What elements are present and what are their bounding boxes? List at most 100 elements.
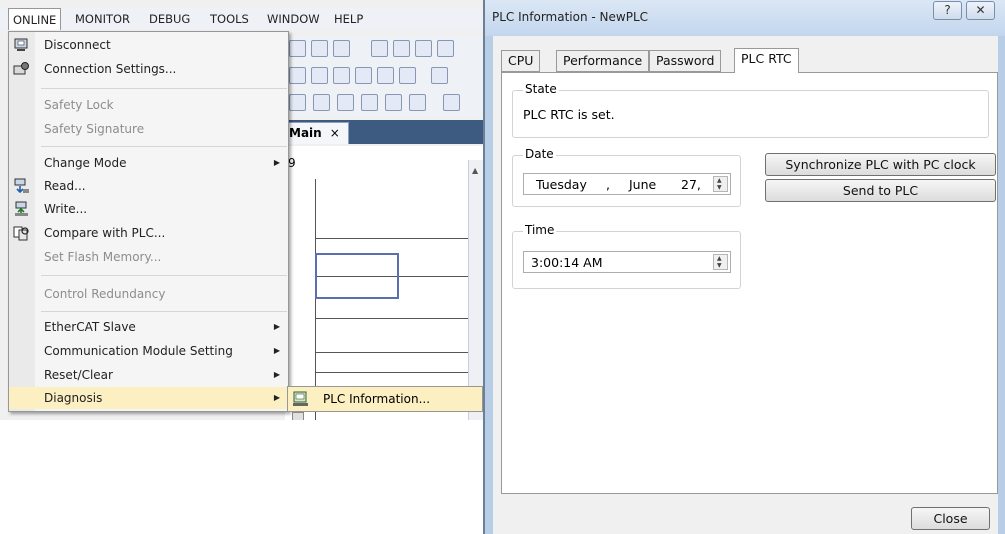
toolbar-function-icon[interactable]: [409, 94, 426, 111]
menu-item-disconnect[interactable]: Disconnect: [9, 34, 288, 56]
menu-monitor[interactable]: MONITOR: [71, 8, 134, 30]
toolbar-block-icon[interactable]: [355, 67, 372, 84]
menu-item-label: Read...: [44, 179, 86, 193]
toolbar-table-icon[interactable]: [313, 94, 330, 111]
menu-item-label: Set Flash Memory...: [44, 250, 162, 264]
menu-help[interactable]: HELP: [330, 8, 367, 30]
toolbar-link-icon[interactable]: [385, 94, 402, 111]
menu-item-label: Safety Signature: [44, 122, 145, 136]
online-menu-dropdown: Disconnect Connection Settings... Safety…: [8, 31, 289, 412]
toolbar-network-icon[interactable]: [311, 40, 328, 57]
toolbar-doc-icon[interactable]: [289, 94, 306, 111]
toolbar-monitor-icon[interactable]: [289, 67, 306, 84]
menu-item-diagnosis[interactable]: Diagnosis ▶: [9, 387, 288, 409]
tab-plc-rtc[interactable]: PLC RTC: [734, 48, 799, 73]
menu-item-change-mode[interactable]: Change Mode ▶: [9, 152, 288, 174]
toolbar-row-2: [285, 63, 492, 89]
time-picker[interactable]: 3:00:14 AM ▲ ▼: [523, 251, 731, 273]
tab-performance[interactable]: Performance: [556, 50, 650, 72]
date-month: June: [629, 177, 657, 192]
ladder-rung-line: [315, 372, 475, 373]
toolbar-open-icon[interactable]: [337, 94, 354, 111]
close-button[interactable]: Close: [911, 507, 990, 530]
tab-password[interactable]: Password: [649, 50, 722, 72]
dialog-client-area: CPU Performance Password PLC RTC State P…: [493, 36, 998, 534]
plc-rtc-panel: State PLC RTC is set. Date Tuesday , Jun…: [501, 72, 998, 494]
time-value: 3:00:14 AM: [531, 255, 603, 270]
dialog-border: [483, 0, 485, 534]
plc-information-dialog: PLC Information - NewPLC ? ✕ CPU Perform…: [483, 0, 1005, 534]
menu-separator: [41, 146, 287, 147]
toolbar-trend-icon[interactable]: [399, 67, 416, 84]
menu-item-read[interactable]: Read...: [9, 175, 288, 197]
help-button[interactable]: ?: [933, 1, 962, 20]
tab-cpu[interactable]: CPU: [501, 50, 541, 72]
menu-item-compare[interactable]: Compare with PLC...: [9, 222, 288, 244]
ladder-rung-line: [315, 318, 475, 319]
menu-item-safety-signature: Safety Signature: [9, 118, 288, 140]
dialog-title: PLC Information - NewPLC: [492, 10, 649, 24]
toolbar-row-1: [285, 36, 492, 62]
menu-item-label: EtherCAT Slave: [44, 320, 136, 334]
toolbar-chart-icon[interactable]: [311, 67, 328, 84]
tab-main[interactable]: Main ×: [285, 122, 349, 144]
write-icon: [15, 201, 28, 216]
toolbar-keyboard-icon[interactable]: [443, 94, 460, 111]
submenu-arrow-icon: ▶: [273, 158, 280, 167]
menu-item-label: Connection Settings...: [44, 62, 177, 76]
date-picker[interactable]: Tuesday , June 27, ▲ ▼: [523, 173, 731, 195]
menu-tools[interactable]: TOOLS: [206, 8, 253, 30]
toolbar-tool-icon[interactable]: [333, 40, 350, 57]
toolbar-cut-icon[interactable]: [289, 40, 306, 57]
ladder-rung-line: [315, 238, 475, 239]
menu-item-label: Write...: [44, 202, 88, 216]
menubar: ONLINE MONITOR DEBUG TOOLS WINDOW HELP: [0, 8, 492, 30]
diagnosis-submenu-plc-information[interactable]: PLC Information...: [287, 386, 483, 412]
menu-item-label: Communication Module Setting: [44, 344, 233, 358]
toolbar-replace-all-icon[interactable]: [437, 40, 454, 57]
menu-separator: [41, 275, 287, 276]
menu-online[interactable]: ONLINE: [8, 8, 62, 30]
toolbar-find-icon[interactable]: [371, 40, 388, 57]
menu-item-set-flash-memory: Set Flash Memory...: [9, 246, 288, 268]
menu-separator: [41, 311, 287, 312]
dialog-titlebar[interactable]: PLC Information - NewPLC ? ✕: [485, 0, 1005, 36]
ladder-power-rail: [315, 179, 316, 420]
toolbar-edit-icon[interactable]: [377, 67, 394, 84]
toolbar-row-3: [285, 90, 492, 116]
menu-item-write[interactable]: Write...: [9, 198, 288, 220]
spin-down-icon[interactable]: ▼: [717, 185, 722, 191]
menu-item-connection-settings[interactable]: Connection Settings...: [9, 58, 288, 80]
date-spinner[interactable]: ▲ ▼: [713, 176, 728, 192]
date-separator: ,: [606, 177, 610, 192]
menu-item-reset-clear[interactable]: Reset/Clear ▶: [9, 364, 288, 386]
date-day: 27,: [681, 177, 701, 192]
connection-settings-icon: [13, 62, 29, 75]
toolbar-contact-icon[interactable]: [431, 67, 448, 84]
synchronize-plc-button[interactable]: Synchronize PLC with PC clock: [765, 153, 996, 176]
menu-window[interactable]: WINDOW: [263, 8, 324, 30]
state-text: PLC RTC is set.: [523, 107, 615, 122]
menu-item-safety-lock: Safety Lock: [9, 94, 288, 116]
state-group-title: State: [523, 82, 559, 96]
time-group-title: Time: [523, 223, 557, 237]
menu-item-ethercat-slave[interactable]: EtherCAT Slave ▶: [9, 316, 288, 338]
send-to-plc-button[interactable]: Send to PLC: [765, 179, 996, 202]
close-window-button[interactable]: ✕: [966, 1, 995, 20]
menu-debug[interactable]: DEBUG: [145, 8, 194, 30]
toolbar-view-icon[interactable]: [361, 94, 378, 111]
menu-item-communication-module-setting[interactable]: Communication Module Setting ▶: [9, 340, 288, 362]
spin-down-icon[interactable]: ▼: [717, 263, 722, 269]
date-weekday: Tuesday: [536, 177, 587, 192]
menu-item-label: Change Mode: [44, 156, 127, 170]
date-group-title: Date: [523, 147, 556, 161]
time-spinner[interactable]: ▲ ▼: [713, 254, 728, 270]
toolbar-grid-icon[interactable]: [333, 67, 350, 84]
ladder-editor[interactable]: 9 ▲: [285, 146, 485, 420]
date-group: Date Tuesday , June 27, ▲ ▼: [512, 147, 741, 207]
submenu-next-item-edge: [292, 412, 304, 420]
scroll-up-icon[interactable]: ▲: [472, 166, 478, 175]
toolbar-replace-icon[interactable]: [415, 40, 432, 57]
toolbar-find-next-icon[interactable]: [393, 40, 410, 57]
tab-close-icon[interactable]: ×: [330, 126, 340, 140]
